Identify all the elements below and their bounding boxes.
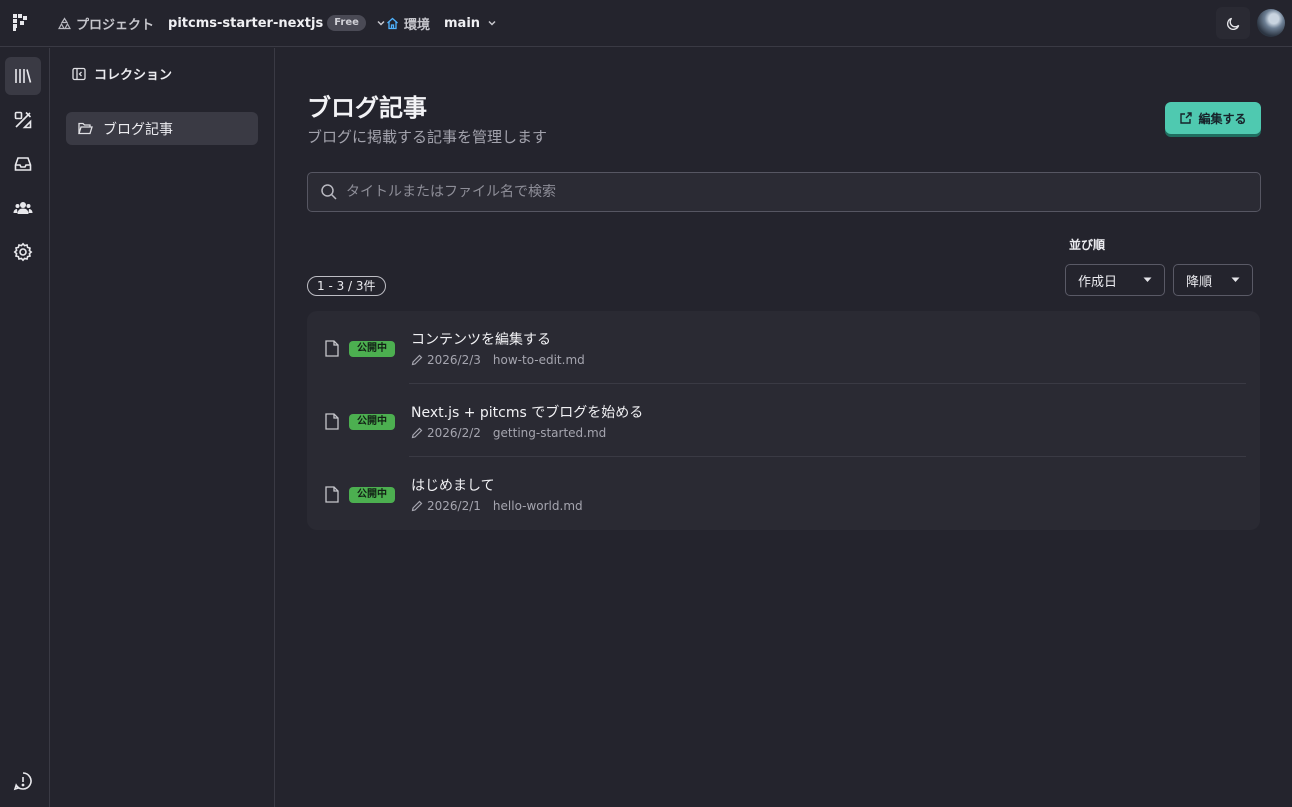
project-selector[interactable]: プロジェクト pitcms-starter-nextjs Free — [58, 14, 386, 33]
folder-open-icon — [78, 122, 93, 135]
status-badge: 公開中 — [349, 487, 395, 503]
collection-heading: コレクション — [94, 68, 173, 83]
project-label: プロジェクト — [76, 17, 155, 33]
entry-filename: getting-started.md — [492, 426, 607, 440]
collection-sidebar-toggle[interactable]: コレクション — [64, 64, 172, 83]
entry-title: はじめまして — [411, 478, 495, 494]
project-name: pitcms-starter-nextjs — [168, 15, 324, 31]
edit-external-icon — [1179, 111, 1193, 125]
entry-meta: 2026/2/3 how-to-edit.md — [411, 353, 585, 367]
file-icon — [325, 413, 339, 430]
file-icon — [325, 340, 339, 357]
library-icon — [13, 66, 33, 86]
icon-rail — [0, 48, 50, 807]
rail-item-inbox[interactable] — [5, 145, 41, 183]
caret-down-icon — [1143, 277, 1152, 283]
list-item[interactable]: 公開中 Next.js + pitcms でブログを始める 2026/2/2 g… — [307, 384, 1260, 457]
sort-field-select[interactable]: 作成日 — [1065, 264, 1165, 296]
sort-order-select[interactable]: 降順 — [1173, 264, 1253, 296]
entry-title: コンテンツを編集する — [411, 332, 551, 348]
rail-item-settings[interactable] — [5, 233, 41, 271]
feedback-icon — [13, 771, 33, 791]
edit-button[interactable]: 編集する — [1165, 102, 1261, 134]
project-icon — [58, 16, 71, 30]
file-icon — [325, 486, 339, 503]
entry-list: 公開中 コンテンツを編集する 2026/2/3 how-to-edit.md 公… — [307, 311, 1260, 530]
plan-badge: Free — [327, 15, 366, 31]
entry-date: 2026/2/2 — [427, 426, 481, 440]
sort-label: 並び順 — [1069, 238, 1106, 252]
pencil-icon — [411, 500, 423, 512]
edit-button-label: 編集する — [1198, 111, 1247, 126]
entry-date: 2026/2/3 — [427, 353, 481, 367]
collection-sidebar: コレクション ブログ記事 — [50, 48, 275, 807]
status-badge: 公開中 — [349, 414, 395, 430]
entry-filename: how-to-edit.md — [492, 353, 585, 367]
environment-selector[interactable]: 環境 main — [386, 14, 497, 33]
chevron-down-icon — [376, 18, 386, 28]
settings-icon — [13, 242, 33, 262]
rail-item-design[interactable] — [5, 101, 41, 139]
status-badge: 公開中 — [349, 341, 395, 357]
design-tools-icon — [13, 110, 33, 130]
page-title: ブログ記事 — [307, 94, 427, 122]
result-count: 1 - 3 / 3件 — [307, 276, 386, 296]
environment-name: main — [444, 15, 481, 31]
users-icon — [13, 198, 33, 218]
environment-label: 環境 — [404, 17, 431, 33]
sidebar-item-label: ブログ記事 — [103, 121, 173, 138]
inbox-icon — [13, 154, 33, 174]
page-subtitle: ブログに掲載する記事を管理します — [307, 128, 548, 146]
entry-meta: 2026/2/1 hello-world.md — [411, 499, 583, 513]
entry-date: 2026/2/1 — [427, 499, 481, 513]
top-bar: プロジェクト pitcms-starter-nextjs Free 環境 mai… — [0, 0, 1292, 47]
rail-item-members[interactable] — [5, 189, 41, 227]
search-field[interactable] — [307, 172, 1261, 212]
caret-down-icon — [1231, 277, 1240, 283]
avatar[interactable] — [1257, 9, 1285, 37]
list-item[interactable]: 公開中 コンテンツを編集する 2026/2/3 how-to-edit.md — [307, 311, 1260, 384]
rail-item-collections[interactable] — [5, 57, 41, 95]
sidebar-panel-icon — [72, 67, 86, 81]
pencil-icon — [411, 354, 423, 366]
entry-meta: 2026/2/2 getting-started.md — [411, 426, 606, 440]
environment-icon — [386, 17, 399, 30]
entry-filename: hello-world.md — [492, 499, 583, 513]
feedback-button[interactable] — [5, 762, 41, 800]
pencil-icon — [411, 427, 423, 439]
sort-field-value: 作成日 — [1078, 274, 1118, 290]
sidebar-item-blog-posts[interactable]: ブログ記事 — [66, 112, 258, 145]
list-item[interactable]: 公開中 はじめまして 2026/2/1 hello-world.md — [307, 457, 1260, 530]
app-logo-icon[interactable] — [12, 13, 30, 31]
search-input[interactable] — [346, 184, 1226, 200]
sort-order-value: 降順 — [1186, 274, 1213, 290]
search-icon — [320, 183, 338, 201]
chevron-down-icon — [487, 18, 497, 28]
entry-title: Next.js + pitcms でブログを始める — [411, 405, 644, 421]
theme-toggle-button[interactable] — [1216, 7, 1250, 39]
moon-icon — [1226, 16, 1241, 31]
